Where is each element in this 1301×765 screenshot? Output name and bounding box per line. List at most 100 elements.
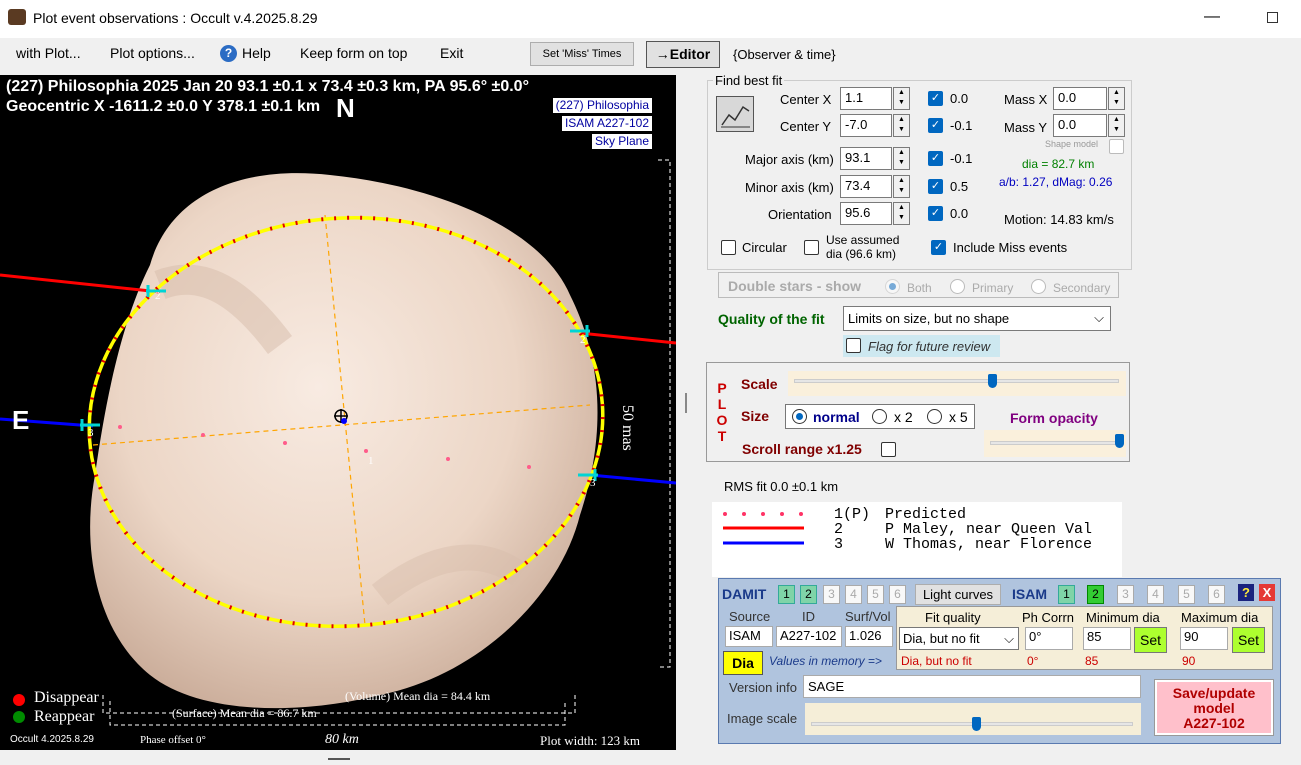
- primary-radio[interactable]: [950, 279, 965, 294]
- center-x-spinner[interactable]: ▲ ▼: [893, 87, 910, 110]
- save-update-model-button[interactable]: Save/update model A227-102: [1154, 679, 1274, 736]
- damit-5[interactable]: 5: [867, 585, 884, 604]
- min-dia-field[interactable]: 85: [1083, 627, 1131, 650]
- set-min-dia-button[interactable]: Set: [1134, 627, 1167, 653]
- mass-y-spinner[interactable]: ▲ ▼: [1108, 114, 1125, 137]
- form-opacity-slider-thumb[interactable]: [1115, 434, 1125, 448]
- include-miss-label: Include Miss events: [953, 240, 1068, 255]
- image-scale-slider[interactable]: [805, 703, 1141, 735]
- flag-review-checkbox[interactable]: [846, 338, 861, 353]
- source-header: Source: [729, 609, 771, 624]
- mass-x-field[interactable]: 0.0: [1053, 87, 1107, 110]
- help-icon[interactable]: ?: [220, 45, 237, 62]
- flag-review-label: Flag for future review: [868, 339, 991, 354]
- maximize-icon[interactable]: [1260, 8, 1284, 28]
- orientation-field[interactable]: 95.6: [840, 202, 892, 225]
- set-max-dia-button[interactable]: Set: [1232, 627, 1265, 653]
- image-scale-slider-thumb[interactable]: [972, 717, 981, 731]
- center-y-delta: -0.1: [950, 118, 973, 133]
- bottom-resize-grip[interactable]: [328, 758, 350, 760]
- max-dia-field[interactable]: 90: [1180, 627, 1228, 650]
- save-line-1: Save/update: [1172, 685, 1256, 701]
- isam-5[interactable]: 5: [1178, 585, 1195, 604]
- center-x-field[interactable]: 1.1: [840, 87, 892, 110]
- minor-axis-checkbox[interactable]: ✓: [928, 179, 943, 194]
- damit-1[interactable]: 1: [778, 585, 795, 604]
- center-y-field[interactable]: -7.0: [840, 114, 892, 137]
- form-opacity-label: Form opacity: [1010, 410, 1098, 426]
- mem-min-dia: 85: [1085, 654, 1099, 668]
- center-y-spinner[interactable]: ▲ ▼: [893, 114, 910, 137]
- fit-quality-dropdown[interactable]: Dia, but no fit ⌵: [899, 627, 1019, 650]
- mass-y-field[interactable]: 0.0: [1053, 114, 1107, 137]
- fit-quality-value: Dia, but no fit: [903, 631, 980, 646]
- menu-plot-options[interactable]: Plot options...: [110, 45, 195, 61]
- isam-2[interactable]: 2: [1087, 585, 1104, 604]
- isam-4[interactable]: 4: [1147, 585, 1164, 604]
- menu-with-plot[interactable]: with Plot...: [16, 45, 81, 61]
- damit-4[interactable]: 4: [845, 585, 862, 604]
- secondary-radio[interactable]: [1031, 279, 1046, 294]
- scale-slider-thumb[interactable]: [988, 374, 998, 388]
- isam-1[interactable]: 1: [1058, 585, 1075, 604]
- fit-graph-button[interactable]: [716, 96, 754, 132]
- chord-2-left: [0, 273, 161, 294]
- light-curves-button[interactable]: Light curves: [915, 584, 1001, 605]
- center-x-checkbox[interactable]: ✓: [928, 91, 943, 106]
- major-axis-checkbox[interactable]: ✓: [928, 151, 943, 166]
- isam-6[interactable]: 6: [1208, 585, 1225, 604]
- scale-slider[interactable]: [788, 371, 1126, 396]
- dia-button[interactable]: Dia: [723, 651, 763, 675]
- size-label: Size: [741, 408, 770, 424]
- scale-slider-track: [794, 379, 1119, 383]
- chord-3-right: [589, 473, 676, 485]
- mass-x-spinner[interactable]: ▲ ▼: [1108, 87, 1125, 110]
- chord-label-2-left: 2: [155, 290, 161, 302]
- both-radio[interactable]: [885, 279, 900, 294]
- damit-label: DAMIT: [722, 586, 767, 602]
- menu-help[interactable]: Help: [242, 45, 271, 61]
- phase-offset-label: Phase offset 0°: [140, 734, 206, 746]
- ph-corr-field[interactable]: 0°: [1025, 627, 1073, 650]
- center-y-checkbox[interactable]: ✓: [928, 118, 943, 133]
- scalebar-label: 80 km: [325, 732, 359, 747]
- circular-checkbox[interactable]: [721, 240, 736, 255]
- shape-model-checkbox[interactable]: [1109, 139, 1124, 154]
- damit-6[interactable]: 6: [889, 585, 906, 604]
- minor-axis-field[interactable]: 73.4: [840, 175, 892, 198]
- major-axis-spinner[interactable]: ▲ ▼: [893, 147, 910, 170]
- use-assumed-label: Use assumed dia (96.6 km): [826, 233, 899, 261]
- legend-asteroid: (227) Philosophia: [552, 98, 652, 113]
- surfvol-header: Surf/Vol: [845, 609, 891, 624]
- chevron-down-icon: ⌵: [1004, 631, 1014, 646]
- form-opacity-slider[interactable]: [984, 430, 1126, 457]
- minimize-icon[interactable]: —: [1200, 8, 1224, 28]
- damit-2[interactable]: 2: [800, 585, 817, 604]
- help-question-icon[interactable]: ?: [1238, 584, 1254, 601]
- orientation-checkbox[interactable]: ✓: [928, 206, 943, 221]
- isam-label: ISAM: [1012, 586, 1047, 602]
- close-panel-icon[interactable]: X: [1259, 584, 1275, 601]
- use-assumed-checkbox[interactable]: [804, 240, 819, 255]
- orientation-spinner[interactable]: ▲ ▼: [893, 202, 910, 225]
- menu-keep-on-top[interactable]: Keep form on top: [300, 45, 407, 61]
- size-x2-radio[interactable]: [872, 409, 887, 424]
- minor-axis-spinner[interactable]: ▲ ▼: [893, 175, 910, 198]
- quality-dropdown[interactable]: Limits on size, but no shape ⌵: [843, 306, 1111, 331]
- plot-canvas[interactable]: (227) Philosophia 2025 Jan 20 93.1 ±0.1 …: [0, 75, 676, 750]
- version-info-field[interactable]: SAGE: [803, 675, 1141, 698]
- size-x5-radio[interactable]: [927, 409, 942, 424]
- ph-corr-header: Ph Corrn: [1022, 610, 1075, 625]
- editor-button[interactable]: →Editor: [646, 41, 720, 68]
- plot-letter-l: L: [717, 396, 727, 412]
- major-axis-field[interactable]: 93.1: [840, 147, 892, 170]
- set-miss-times-button[interactable]: Set 'Miss' Times: [530, 42, 634, 66]
- scroll-range-checkbox[interactable]: [881, 442, 896, 457]
- chord-legend-swatches: [723, 512, 804, 545]
- isam-3[interactable]: 3: [1117, 585, 1134, 604]
- splitter-handle[interactable]: [685, 393, 687, 413]
- size-normal-radio[interactable]: [792, 409, 807, 424]
- damit-3[interactable]: 3: [823, 585, 840, 604]
- include-miss-checkbox[interactable]: ✓: [931, 240, 946, 255]
- menu-exit[interactable]: Exit: [440, 45, 463, 61]
